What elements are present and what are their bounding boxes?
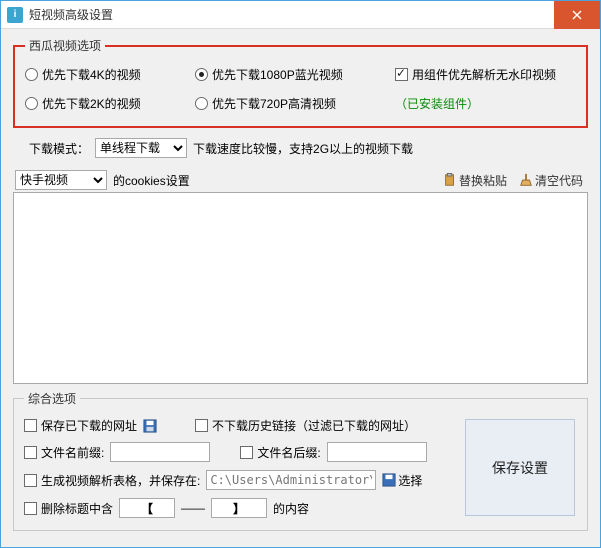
disk-icon (143, 419, 157, 433)
clipboard-icon (443, 173, 457, 187)
xigua-row-1: 优先下载4K的视频 优先下载1080P蓝光视频 用组件优先解析无水印视频 (25, 60, 576, 89)
select-path-label: 选择 (398, 472, 422, 489)
app-icon: i (7, 7, 23, 23)
check-nowatermark[interactable]: 用组件优先解析无水印视频 (395, 66, 576, 83)
mode-select[interactable]: 单线程下载 (95, 138, 187, 158)
checkbox-icon (195, 419, 208, 432)
checkbox-icon (24, 419, 37, 432)
cookies-label: 的cookies设置 (113, 172, 190, 189)
general-inner: 保存已下载的网址 不下载历史链接（过滤已下载的网址） 文件名前缀: (24, 413, 577, 522)
dash-label: —— (181, 501, 205, 515)
save-button[interactable]: 保存设置 (465, 419, 575, 516)
check-skip-history[interactable]: 不下载历史链接（过滤已下载的网址） (195, 417, 416, 434)
radio-2k-label: 优先下载2K的视频 (42, 95, 141, 112)
mode-hint: 下载速度比较慢，支持2G以上的视频下载 (193, 140, 413, 157)
cookies-source-select[interactable]: 快手视频 (15, 170, 107, 190)
checkbox-icon (24, 502, 37, 515)
check-remove-title[interactable]: 删除标题中含 (24, 500, 113, 517)
clear-label: 清空代码 (535, 172, 583, 189)
radio-icon (195, 97, 208, 110)
xigua-group: 西瓜视频选项 优先下载4K的视频 优先下载1080P蓝光视频 用组件优先解析无水… (13, 37, 588, 128)
cookies-toolbar: 快手视频 的cookies设置 替换粘贴 清空代码 (13, 164, 588, 192)
paste-button[interactable]: 替换粘贴 (440, 172, 510, 189)
radio-icon (195, 68, 208, 81)
general-group: 综合选项 保存已下载的网址 不下载历史链接（过滤已下载的网址） (13, 390, 588, 531)
radio-720[interactable]: 优先下载720P高清视频 (195, 95, 395, 112)
xigua-row-2: 优先下载2K的视频 优先下载720P高清视频 （已安装组件） (25, 89, 576, 118)
window-title: 短视频高级设置 (29, 6, 554, 23)
radio-4k[interactable]: 优先下载4K的视频 (25, 66, 195, 83)
close-button[interactable] (554, 1, 600, 29)
clear-button[interactable]: 清空代码 (516, 172, 586, 189)
general-legend: 综合选项 (24, 390, 80, 407)
row-prefix-suffix: 文件名前缀: 文件名后缀: (24, 438, 453, 466)
path-input[interactable] (206, 470, 376, 490)
download-mode-row: 下载模式： 单线程下载 下载速度比较慢，支持2G以上的视频下载 (13, 134, 588, 164)
row-save-urls: 保存已下载的网址 不下载历史链接（过滤已下载的网址） (24, 413, 453, 438)
check-skip-history-label: 不下载历史链接（过滤已下载的网址） (212, 417, 416, 434)
prefix-input[interactable] (110, 442, 210, 462)
radio-1080-label: 优先下载1080P蓝光视频 (212, 66, 343, 83)
general-options: 保存已下载的网址 不下载历史链接（过滤已下载的网址） 文件名前缀: (24, 413, 453, 522)
prefix-label: 文件名前缀: (41, 444, 104, 461)
check-suffix[interactable]: 文件名后缀: (240, 444, 320, 461)
radio-2k[interactable]: 优先下载2K的视频 (25, 95, 195, 112)
check-prefix[interactable]: 文件名前缀: (24, 444, 104, 461)
radio-icon (25, 97, 38, 110)
radio-4k-label: 优先下载4K的视频 (42, 66, 141, 83)
window-body: 西瓜视频选项 优先下载4K的视频 优先下载1080P蓝光视频 用组件优先解析无水… (1, 29, 600, 547)
check-gen-table[interactable]: 生成视频解析表格，并保存在: (24, 472, 200, 489)
cookies-textarea[interactable] (13, 192, 588, 384)
checkbox-icon (240, 446, 253, 459)
save-button-label: 保存设置 (492, 458, 548, 478)
checkbox-icon (24, 446, 37, 459)
window: i 短视频高级设置 西瓜视频选项 优先下载4K的视频 优先下载1080P蓝光视频… (0, 0, 601, 548)
mode-label: 下载模式： (29, 140, 89, 157)
checkbox-icon (395, 68, 408, 81)
bracket-close-input[interactable] (211, 498, 267, 518)
radio-1080[interactable]: 优先下载1080P蓝光视频 (195, 66, 395, 83)
check-save-urls-label: 保存已下载的网址 (41, 417, 137, 434)
folder-icon (382, 473, 396, 487)
remove-title-label: 删除标题中含 (41, 500, 113, 517)
row-remove-title: 删除标题中含 —— 的内容 (24, 494, 453, 522)
check-save-urls[interactable]: 保存已下载的网址 (24, 417, 137, 434)
close-icon (572, 10, 582, 20)
suffix-input[interactable] (327, 442, 427, 462)
installed-status: （已安装组件） (395, 95, 576, 112)
bracket-open-input[interactable] (119, 498, 175, 518)
broom-icon (519, 173, 533, 187)
paste-label: 替换粘贴 (459, 172, 507, 189)
checkbox-icon (24, 474, 37, 487)
check-nowatermark-label: 用组件优先解析无水印视频 (412, 66, 556, 83)
cookies-section: 快手视频 的cookies设置 替换粘贴 清空代码 (13, 164, 588, 384)
gen-table-label: 生成视频解析表格，并保存在: (41, 472, 200, 489)
row-gen-table: 生成视频解析表格，并保存在: 选择 (24, 466, 453, 494)
titlebar: i 短视频高级设置 (1, 1, 600, 29)
suffix-label: 文件名后缀: (257, 444, 320, 461)
radio-icon (25, 68, 38, 81)
content-label: 的内容 (273, 500, 309, 517)
radio-720-label: 优先下载720P高清视频 (212, 95, 336, 112)
xigua-legend: 西瓜视频选项 (25, 37, 105, 54)
select-path-button[interactable]: 选择 (382, 472, 422, 489)
